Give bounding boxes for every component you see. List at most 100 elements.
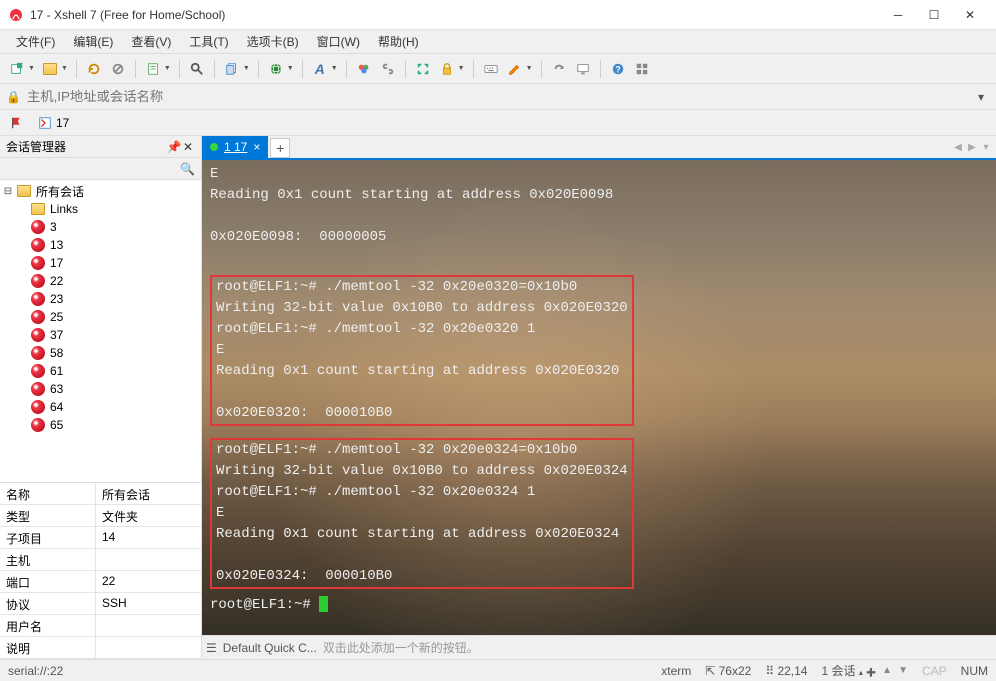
session-icon xyxy=(30,363,46,379)
link-icon[interactable] xyxy=(378,59,398,79)
tab-active[interactable]: 1 17 × xyxy=(202,136,268,158)
menu-file[interactable]: 文件(F) xyxy=(10,31,61,52)
tree-label: 22 xyxy=(50,274,63,288)
prop-row: 名称所有会话 xyxy=(0,483,201,505)
font-icon[interactable]: A xyxy=(310,59,330,79)
bookmark-bar: 17 xyxy=(0,110,996,136)
prop-key: 用户名 xyxy=(0,615,96,636)
tree-session-item[interactable]: 63 xyxy=(0,380,201,398)
tree-session-item[interactable]: 23 xyxy=(0,290,201,308)
close-panel-icon[interactable]: ✕ xyxy=(181,140,195,154)
tree-session-item[interactable]: 3 xyxy=(0,218,201,236)
tab-close-icon[interactable]: × xyxy=(253,140,260,154)
menu-edit[interactable]: 编辑(E) xyxy=(67,31,119,52)
disconnect-icon[interactable] xyxy=(108,59,128,79)
menu-tabs[interactable]: 选项卡(B) xyxy=(241,31,305,52)
monitor-icon[interactable] xyxy=(573,59,593,79)
svg-text:?: ? xyxy=(615,64,620,74)
toolbar-sep xyxy=(541,60,542,78)
main-area: 1 17 × + ◀ ▶ ▾ EReading 0x1 count starti… xyxy=(202,136,996,659)
prop-row: 主机 xyxy=(0,549,201,571)
menu-help[interactable]: 帮助(H) xyxy=(372,31,425,52)
bookmark-label: 17 xyxy=(56,116,69,130)
properties-icon[interactable] xyxy=(143,59,163,79)
session-icon xyxy=(30,327,46,343)
new-tab-button[interactable]: + xyxy=(270,138,290,158)
menu-tools[interactable]: 工具(T) xyxy=(183,31,234,52)
properties-table: 名称所有会话类型文件夹子项目14主机端口22协议SSH用户名说明 xyxy=(0,482,201,659)
search-icon[interactable] xyxy=(187,59,207,79)
address-input[interactable] xyxy=(27,89,972,104)
globe-dropdown[interactable]: ▼ xyxy=(287,65,294,72)
quickcmd-label[interactable]: Default Quick C... xyxy=(223,641,317,655)
maximize-button[interactable]: ☐ xyxy=(916,0,952,30)
copy-icon[interactable] xyxy=(222,59,242,79)
tree-session-item[interactable]: 22 xyxy=(0,272,201,290)
tree-links[interactable]: Links xyxy=(0,200,201,218)
tree-session-item[interactable]: 61 xyxy=(0,362,201,380)
session-icon xyxy=(30,345,46,361)
tree-root[interactable]: ⊟ 所有会话 xyxy=(0,182,201,200)
color-icon[interactable] xyxy=(354,59,374,79)
fullscreen-icon[interactable] xyxy=(413,59,433,79)
tree-session-item[interactable]: 37 xyxy=(0,326,201,344)
menu-view[interactable]: 查看(V) xyxy=(125,31,177,52)
tree-session-item[interactable]: 64 xyxy=(0,398,201,416)
status-down-icon[interactable]: ▼ xyxy=(898,665,908,676)
close-button[interactable]: ✕ xyxy=(952,0,988,30)
reconnect-icon[interactable] xyxy=(84,59,104,79)
status-sessions[interactable]: 1 会话 ▴ ➕ xyxy=(821,662,876,679)
tree-session-item[interactable]: 17 xyxy=(0,254,201,272)
pin-icon[interactable]: 📌 xyxy=(167,140,181,154)
quick-command-bar: ☰ Default Quick C... 双击此处添加一个新的按钮。 xyxy=(202,635,996,659)
bookmark-item[interactable]: 17 xyxy=(34,115,73,131)
toolbar-sep xyxy=(600,60,601,78)
status-up-icon[interactable]: ▲ xyxy=(882,665,892,676)
lock-dropdown[interactable]: ▼ xyxy=(458,65,465,72)
new-session-icon[interactable] xyxy=(7,59,27,79)
sidebar-search[interactable]: 🔍 xyxy=(0,158,201,180)
quickcmd-hint[interactable]: 双击此处添加一个新的按钮。 xyxy=(323,639,479,656)
tab-next-icon[interactable]: ▶ xyxy=(966,139,978,155)
keyboard-icon[interactable] xyxy=(481,59,501,79)
font-dropdown[interactable]: ▼ xyxy=(331,65,338,72)
title-bar: 17 - Xshell 7 (Free for Home/School) ─ ☐… xyxy=(0,0,996,30)
tree-session-item[interactable]: 25 xyxy=(0,308,201,326)
copy-dropdown[interactable]: ▼ xyxy=(243,65,250,72)
bookmark-flag[interactable] xyxy=(6,115,28,131)
terminal[interactable]: EReading 0x1 count starting at address 0… xyxy=(202,160,996,635)
open-dropdown[interactable]: ▼ xyxy=(61,65,68,72)
prop-row: 用户名 xyxy=(0,615,201,637)
new-session-dropdown[interactable]: ▼ xyxy=(28,65,35,72)
tree-session-item[interactable]: 65 xyxy=(0,416,201,434)
sidebar-header: 会话管理器 📌 ✕ xyxy=(0,136,201,158)
properties-dropdown[interactable]: ▼ xyxy=(164,65,171,72)
lock-icon[interactable] xyxy=(437,59,457,79)
prop-key: 子项目 xyxy=(0,527,96,548)
status-pos: ⠿ 22,14 xyxy=(765,664,807,678)
expand-icon[interactable]: ⊟ xyxy=(2,186,14,197)
refresh-icon[interactable] xyxy=(549,59,569,79)
tree-session-item[interactable]: 13 xyxy=(0,236,201,254)
open-icon[interactable] xyxy=(40,59,60,79)
help-icon[interactable]: ? xyxy=(608,59,628,79)
prop-key: 端口 xyxy=(0,571,96,592)
tree-label: 58 xyxy=(50,346,63,360)
globe-icon[interactable] xyxy=(266,59,286,79)
app-icon[interactable] xyxy=(632,59,652,79)
session-icon xyxy=(30,417,46,433)
tree-label: 65 xyxy=(50,418,63,432)
toolbar-sep xyxy=(179,60,180,78)
tab-menu-icon[interactable]: ▾ xyxy=(980,139,992,155)
toolbar-sep xyxy=(405,60,406,78)
menu-window[interactable]: 窗口(W) xyxy=(311,31,366,52)
edit-dropdown[interactable]: ▼ xyxy=(526,65,533,72)
tree-session-item[interactable]: 58 xyxy=(0,344,201,362)
menu-icon[interactable]: ☰ xyxy=(206,641,217,655)
toolbar-sep xyxy=(258,60,259,78)
toolbar-sep xyxy=(76,60,77,78)
tab-prev-icon[interactable]: ◀ xyxy=(952,139,964,155)
minimize-button[interactable]: ─ xyxy=(880,0,916,30)
edit-icon[interactable] xyxy=(505,59,525,79)
address-dropdown[interactable]: ▾ xyxy=(972,90,990,104)
